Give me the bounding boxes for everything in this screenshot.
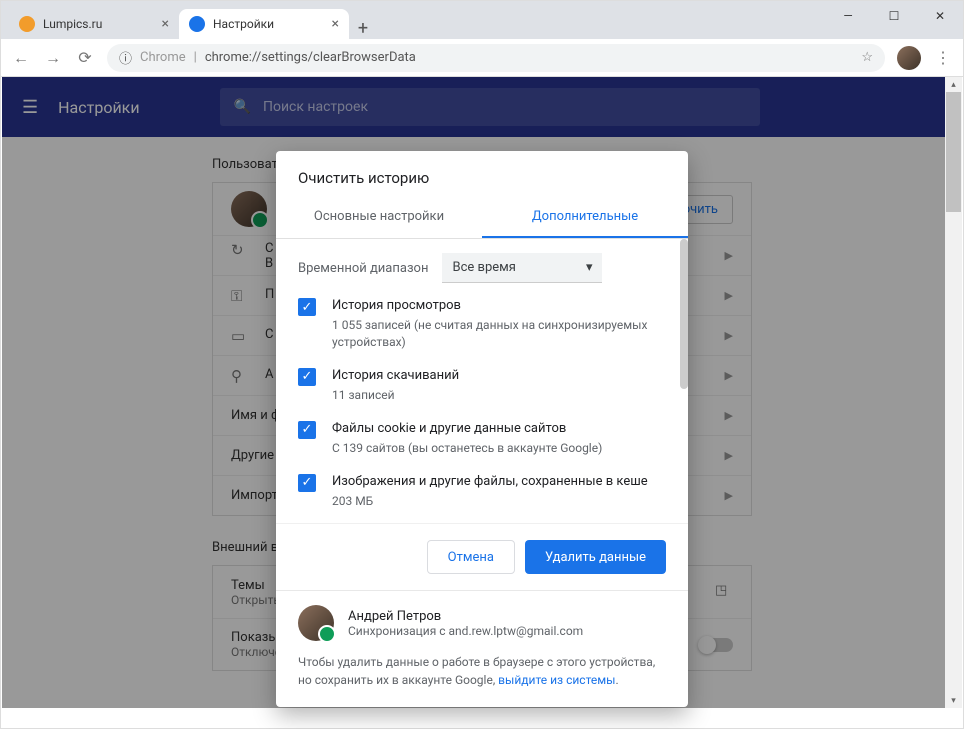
scroll-thumb[interactable] (680, 239, 688, 389)
time-range-select[interactable]: Все время ▾ (442, 253, 602, 283)
item-subtitle: 1 055 записей (не считая данных на синхр… (332, 317, 666, 351)
item-title: Файлы cookie и другие данные сайтов (332, 420, 602, 438)
close-button[interactable]: ✕ (917, 1, 963, 31)
item-subtitle: 11 записей (332, 387, 459, 404)
forward-button[interactable]: → (43, 48, 63, 68)
browser-toolbar: ← → ⟳ ⓘ Chrome | chrome://settings/clear… (1, 39, 963, 77)
tab-close-icon[interactable]: × (162, 16, 169, 32)
address-bar[interactable]: ⓘ Chrome | chrome://settings/clearBrowse… (107, 44, 885, 72)
item-subtitle: С 139 сайтов (вы останетесь в аккаунте G… (332, 440, 602, 457)
menu-button[interactable]: ⋮ (933, 48, 953, 67)
time-range-label: Временной диапазон (298, 261, 428, 276)
dialog-tabs: Основные настройки Дополнительные (276, 197, 688, 239)
delete-data-button[interactable]: Удалить данные (525, 540, 666, 574)
scroll-thumb[interactable] (946, 92, 961, 212)
checkbox[interactable]: ✓ (298, 421, 316, 439)
bookmark-star-icon[interactable]: ☆ (861, 50, 873, 65)
chevron-down-icon: ▾ (586, 260, 593, 275)
clear-browsing-data-dialog: Очистить историю Основные настройки Допо… (276, 151, 688, 707)
clear-data-item[interactable]: ✓ История просмотров 1 055 записей (не счи… (298, 297, 666, 351)
tab-title: Настройки (213, 17, 274, 31)
clear-data-item[interactable]: ✓ Файлы cookie и другие данные сайтов С 13… (298, 420, 666, 457)
tab-lumpics[interactable]: Lumpics.ru × (9, 9, 179, 39)
new-tab-button[interactable]: + (349, 18, 377, 39)
tab-settings[interactable]: Настройки × (179, 9, 349, 39)
checkbox[interactable]: ✓ (298, 474, 316, 492)
dialog-actions: Отмена Удалить данные (276, 523, 688, 590)
scroll-up-icon[interactable]: ▴ (945, 77, 962, 92)
tab-close-icon[interactable]: × (332, 16, 339, 32)
clear-data-item[interactable]: ✓ Изображения и другие файлы, сохраненные… (298, 473, 666, 510)
url-text: chrome://settings/clearBrowserData (205, 50, 416, 65)
user-sync-status: Синхронизация с and.rew.lptw@gmail.com (348, 624, 583, 638)
item-title: История скачиваний (332, 367, 459, 385)
item-subtitle: 203 МБ (332, 493, 648, 510)
tab-title: Lumpics.ru (43, 17, 102, 31)
window-controls: — ☐ ✕ (825, 1, 963, 31)
tab-strip: Lumpics.ru × Настройки × + (1, 1, 963, 39)
back-button[interactable]: ← (11, 48, 31, 68)
user-avatar (298, 605, 334, 641)
gear-icon (189, 16, 205, 32)
security-icon: ⓘ (119, 48, 132, 67)
cancel-button[interactable]: Отмена (427, 540, 515, 574)
user-name: Андрей Петров (348, 609, 583, 624)
sign-out-link[interactable]: выйдите из системы (498, 673, 615, 687)
security-label: Chrome (140, 50, 186, 65)
scroll-down-icon[interactable]: ▾ (945, 693, 962, 708)
footer-note: Чтобы удалить данные о работе в браузере… (298, 653, 666, 689)
item-title: История просмотров (332, 297, 666, 315)
checkbox[interactable]: ✓ (298, 298, 316, 316)
dialog-body: Временной диапазон Все время ▾ ✓ История … (276, 239, 688, 519)
profile-avatar[interactable] (897, 46, 921, 70)
clear-data-item[interactable]: ✓ История скачиваний 11 записей (298, 367, 666, 404)
tab-advanced[interactable]: Дополнительные (482, 197, 688, 238)
reload-button[interactable]: ⟳ (75, 48, 95, 67)
dialog-title: Очистить историю (276, 151, 688, 197)
favicon-icon (19, 16, 35, 32)
dialog-footer: Андрей Петров Синхронизация с and.rew.lp… (276, 590, 688, 707)
item-title: Изображения и другие файлы, сохраненные … (332, 473, 648, 491)
checkbox[interactable]: ✓ (298, 368, 316, 386)
minimize-button[interactable]: — (825, 1, 871, 31)
dialog-scrollbar[interactable] (678, 239, 688, 519)
tab-basic[interactable]: Основные настройки (276, 197, 482, 238)
maximize-button[interactable]: ☐ (871, 1, 917, 31)
page-scrollbar[interactable]: ▴ ▾ (945, 77, 962, 708)
